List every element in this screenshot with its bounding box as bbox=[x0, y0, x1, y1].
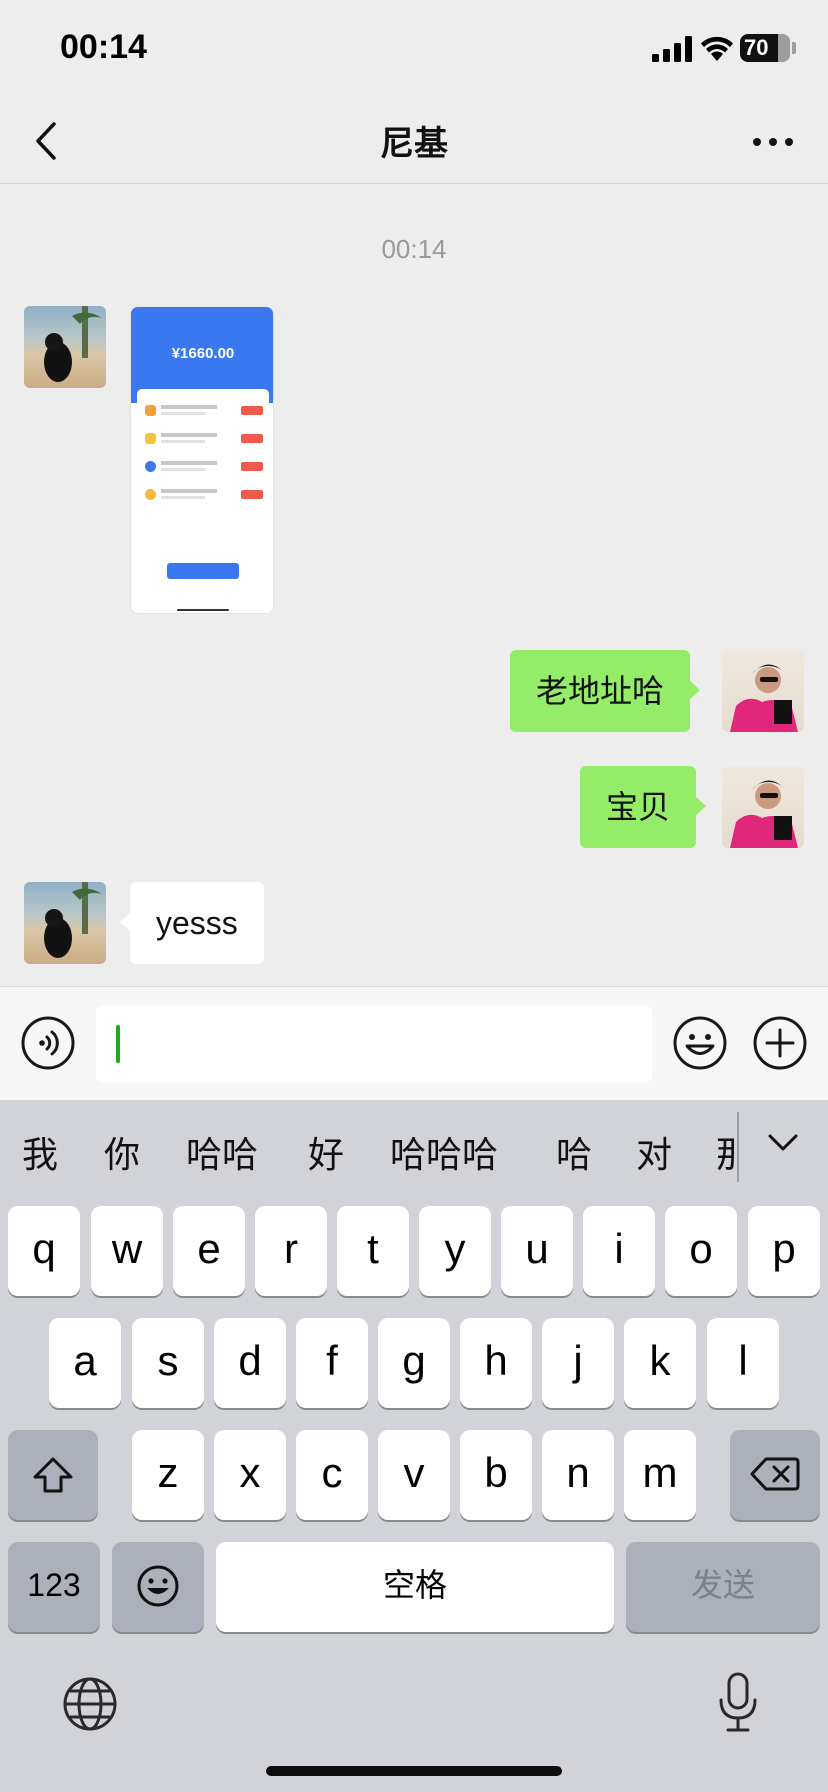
key-u[interactable]: u bbox=[501, 1206, 573, 1296]
key-k[interactable]: k bbox=[624, 1318, 696, 1408]
key-b[interactable]: b bbox=[460, 1430, 532, 1520]
key-m[interactable]: m bbox=[624, 1430, 696, 1520]
candidate-word[interactable]: 哈哈 bbox=[186, 1126, 258, 1178]
key-h[interactable]: h bbox=[460, 1318, 532, 1408]
contact-avatar[interactable] bbox=[24, 882, 106, 964]
key-e[interactable]: e bbox=[173, 1206, 245, 1296]
key-n[interactable]: n bbox=[542, 1430, 614, 1520]
candidate-word[interactable]: 你 bbox=[104, 1126, 140, 1178]
cellular-signal-icon bbox=[652, 36, 692, 62]
backspace-icon bbox=[750, 1457, 800, 1491]
key-x[interactable]: x bbox=[214, 1430, 286, 1520]
numbers-key[interactable]: 123 bbox=[8, 1542, 100, 1632]
chevron-down-icon[interactable] bbox=[766, 1130, 800, 1156]
voice-icon[interactable] bbox=[20, 1015, 76, 1071]
message-input[interactable] bbox=[96, 1005, 652, 1083]
shift-icon bbox=[33, 1457, 73, 1493]
emoji-icon[interactable] bbox=[672, 1015, 728, 1071]
emoji-icon bbox=[137, 1565, 179, 1607]
key-r[interactable]: r bbox=[255, 1206, 327, 1296]
key-z[interactable]: z bbox=[132, 1430, 204, 1520]
key-v[interactable]: v bbox=[378, 1430, 450, 1520]
keyboard: 我 你 哈哈 好 哈哈哈 哈 对 那 q w e r t y u i o p a… bbox=[0, 1100, 828, 1792]
key-q[interactable]: q bbox=[8, 1206, 80, 1296]
contact-avatar[interactable] bbox=[24, 306, 106, 388]
status-time: 00:14 bbox=[60, 28, 147, 66]
text-caret bbox=[116, 1025, 120, 1063]
candidate-bar: 我 你 哈哈 好 哈哈哈 哈 对 那 bbox=[0, 1100, 828, 1198]
more-icon[interactable] bbox=[748, 124, 798, 160]
key-c[interactable]: c bbox=[296, 1430, 368, 1520]
my-avatar[interactable] bbox=[722, 650, 804, 732]
chat-title: 尼基 bbox=[380, 124, 448, 164]
key-o[interactable]: o bbox=[665, 1206, 737, 1296]
battery-icon: 70 bbox=[740, 34, 790, 62]
candidate-word[interactable]: 好 bbox=[308, 1126, 344, 1178]
candidate-word[interactable]: 哈 bbox=[556, 1126, 592, 1178]
message-bubble-incoming[interactable]: yesss bbox=[120, 882, 264, 964]
key-l[interactable]: l bbox=[707, 1318, 779, 1408]
home-indicator bbox=[266, 1766, 562, 1776]
key-g[interactable]: g bbox=[378, 1318, 450, 1408]
microphone-icon[interactable] bbox=[716, 1672, 760, 1734]
candidate-divider bbox=[737, 1112, 739, 1182]
send-key[interactable]: 发送 bbox=[626, 1542, 820, 1632]
key-w[interactable]: w bbox=[91, 1206, 163, 1296]
message-bubble-outgoing[interactable]: 老地址哈 bbox=[510, 650, 701, 732]
key-d[interactable]: d bbox=[214, 1318, 286, 1408]
candidate-word[interactable]: 我 bbox=[22, 1126, 58, 1178]
screenshot-amount: ¥1660.00 bbox=[171, 345, 235, 362]
key-t[interactable]: t bbox=[337, 1206, 409, 1296]
space-key[interactable]: 空格 bbox=[216, 1542, 614, 1632]
globe-icon[interactable] bbox=[62, 1676, 118, 1732]
message-timestamp: 00:14 bbox=[381, 234, 447, 264]
shift-key[interactable] bbox=[8, 1430, 98, 1520]
key-p[interactable]: p bbox=[748, 1206, 820, 1296]
candidate-word[interactable]: 哈哈哈 bbox=[390, 1126, 498, 1178]
backspace-key[interactable] bbox=[730, 1430, 820, 1520]
shared-screenshot-image[interactable]: ¥1660.00 bbox=[130, 306, 274, 614]
emoji-keyboard-key[interactable] bbox=[112, 1542, 204, 1632]
battery-level: 70 bbox=[744, 35, 769, 60]
plus-icon[interactable] bbox=[752, 1015, 808, 1071]
key-i[interactable]: i bbox=[583, 1206, 655, 1296]
key-s[interactable]: s bbox=[132, 1318, 204, 1408]
status-bar: 00:14 70 bbox=[0, 0, 828, 100]
wifi-icon bbox=[701, 36, 733, 61]
key-j[interactable]: j bbox=[542, 1318, 614, 1408]
chat-header: 尼基 bbox=[0, 100, 828, 184]
candidate-word[interactable]: 对 bbox=[636, 1126, 672, 1178]
key-a[interactable]: a bbox=[49, 1318, 121, 1408]
chat-input-bar bbox=[0, 986, 828, 1100]
key-y[interactable]: y bbox=[419, 1206, 491, 1296]
my-avatar[interactable] bbox=[722, 766, 804, 848]
message-bubble-outgoing[interactable]: 宝贝 bbox=[580, 766, 707, 848]
key-f[interactable]: f bbox=[296, 1318, 368, 1408]
candidate-word[interactable]: 那 bbox=[716, 1126, 738, 1178]
